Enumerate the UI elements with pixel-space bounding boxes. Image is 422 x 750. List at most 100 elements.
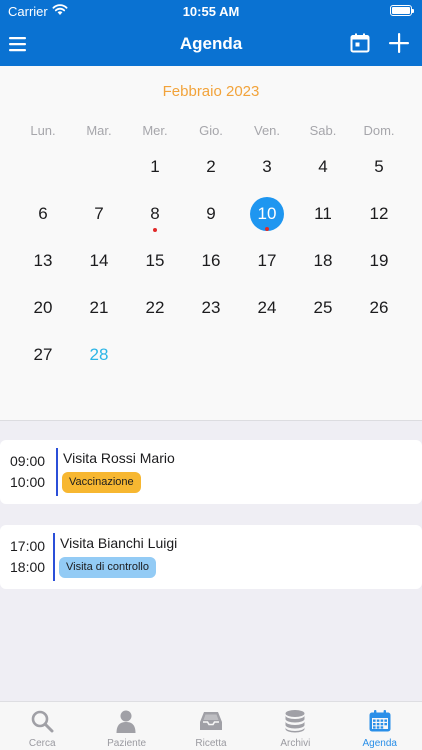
tab-ricetta[interactable]: Ricetta [169, 702, 253, 750]
calendar-day[interactable]: 26 [351, 289, 407, 336]
day-number: 11 [314, 204, 332, 223]
calendar-day[interactable]: 24 [239, 289, 295, 336]
inbox-icon [199, 712, 222, 730]
agenda-list: 09:00 10:00 Visita Rossi Mario Vaccinazi… [0, 421, 422, 701]
day-grid: 1 2 3 4 5 6 7 8 9 10 11 12 13 14 15 16 17 18 19 20 21 22 23 24 2… [15, 148, 407, 383]
calendar-today-icon[interactable] [349, 32, 371, 54]
day-number: 1 [150, 157, 160, 176]
calendar-week-row: 20 21 22 23 24 25 26 [15, 289, 407, 336]
day-number: 8 [150, 204, 160, 223]
calendar-day[interactable]: 25 [295, 289, 351, 336]
weekday-label: Dom. [363, 123, 395, 138]
event-title: Visita Bianchi Luigi [60, 535, 178, 551]
weekday-label: Gio. [199, 123, 223, 138]
event-tag: Visita di controllo [59, 557, 156, 578]
calendar-empty-cell [127, 336, 183, 383]
month-calendar: Febbraio 2023 Lun. Mar. Mer. Gio. Ven. S… [0, 66, 422, 421]
calendar-day[interactable]: 21 [71, 289, 127, 336]
calendar-day[interactable]: 8 [127, 195, 183, 242]
add-icon[interactable] [387, 31, 411, 55]
database-icon [285, 710, 305, 733]
tab-cerca[interactable]: Cerca [0, 702, 84, 750]
tab-label: Paziente [107, 738, 147, 749]
calendar-day[interactable]: 9 [183, 195, 239, 242]
day-number: 9 [206, 204, 216, 223]
tab-archivi[interactable]: Archivi [253, 702, 337, 750]
calendar-day[interactable]: 5 [351, 148, 407, 195]
event-card[interactable]: 09:00 10:00 Visita Rossi Mario Vaccinazi… [0, 440, 422, 504]
event-start-time: 17:00 [10, 538, 46, 554]
calendar-week-row: 6 7 8 9 10 11 12 [15, 195, 407, 242]
weekday-label: Mar. [86, 123, 112, 138]
day-number: 13 [33, 251, 53, 270]
event-divider [56, 448, 58, 496]
calendar-day[interactable]: 17 [239, 242, 295, 289]
day-number: 20 [33, 298, 53, 317]
calendar-day[interactable]: 14 [71, 242, 127, 289]
calendar-day[interactable]: 20 [15, 289, 71, 336]
event-times: 09:00 10:00 [10, 451, 45, 493]
person-icon [116, 710, 136, 733]
calendar-day[interactable]: 23 [183, 289, 239, 336]
calendar-day[interactable]: 13 [15, 242, 71, 289]
weekday-label: Sab. [309, 123, 337, 138]
calendar-day[interactable]: 16 [183, 242, 239, 289]
calendar-empty-cell [71, 148, 127, 195]
day-number: 27 [33, 345, 53, 364]
calendar-day[interactable]: 10 [239, 195, 295, 242]
tab-label: Agenda [362, 738, 397, 749]
weekday-label: Ven. [253, 123, 281, 138]
calendar-day[interactable]: 11 [295, 195, 351, 242]
day-number: 7 [94, 204, 104, 223]
event-start-time: 09:00 [10, 453, 46, 469]
day-number: 21 [89, 298, 109, 317]
calendar-empty-cell [239, 336, 295, 383]
calendar-empty-cell [351, 336, 407, 383]
tab-label: Ricetta [195, 738, 227, 749]
calendar-day[interactable]: 4 [295, 148, 351, 195]
event-tag: Vaccinazione [62, 472, 141, 493]
calendar-day[interactable]: 1 [127, 148, 183, 195]
day-number: 22 [145, 298, 165, 317]
calendar-empty-cell [15, 148, 71, 195]
day-number: 18 [313, 251, 333, 270]
calendar-day[interactable]: 18 [295, 242, 351, 289]
month-title: Febbraio 2023 [162, 83, 260, 100]
calendar-day[interactable]: 22 [127, 289, 183, 336]
day-number: 24 [257, 298, 277, 317]
tab-label: Cerca [28, 738, 56, 749]
event-end-time: 18:00 [10, 559, 46, 575]
event-indicator-dot [153, 228, 157, 232]
calendar-day[interactable]: 15 [127, 242, 183, 289]
tab-agenda[interactable]: Agenda [338, 702, 422, 750]
nav-bar: Agenda [0, 22, 422, 66]
calendar-day[interactable]: 19 [351, 242, 407, 289]
tab-paziente[interactable]: Paziente [84, 702, 168, 750]
day-number: 28 [89, 345, 109, 364]
calendar-day[interactable]: 7 [71, 195, 127, 242]
calendar-day[interactable]: 3 [239, 148, 295, 195]
status-time: 10:55 AM [182, 4, 240, 19]
calendar-day[interactable]: 12 [351, 195, 407, 242]
day-number: 10 [250, 197, 284, 231]
calendar-day[interactable]: 28 [71, 336, 127, 383]
calendar-empty-cell [183, 336, 239, 383]
day-number: 4 [318, 157, 328, 176]
day-number: 2 [206, 157, 216, 176]
day-number: 19 [369, 251, 389, 270]
day-number: 25 [313, 298, 333, 317]
event-times: 17:00 18:00 [10, 536, 45, 578]
calendar-week-row: 27 28 [15, 336, 407, 383]
calendar-icon [369, 710, 391, 732]
status-bar: Carrier 10:55 AM [0, 0, 422, 22]
day-number: 15 [145, 251, 165, 270]
calendar-day[interactable]: 6 [15, 195, 71, 242]
event-card[interactable]: 17:00 18:00 Visita Bianchi Luigi Visita … [0, 525, 422, 589]
tab-label: Archivi [280, 738, 311, 749]
calendar-day[interactable]: 2 [183, 148, 239, 195]
calendar-day[interactable]: 27 [15, 336, 71, 383]
day-number: 12 [369, 204, 389, 223]
event-title: Visita Rossi Mario [63, 450, 175, 466]
day-number: 6 [38, 204, 48, 223]
day-number: 17 [257, 251, 277, 270]
